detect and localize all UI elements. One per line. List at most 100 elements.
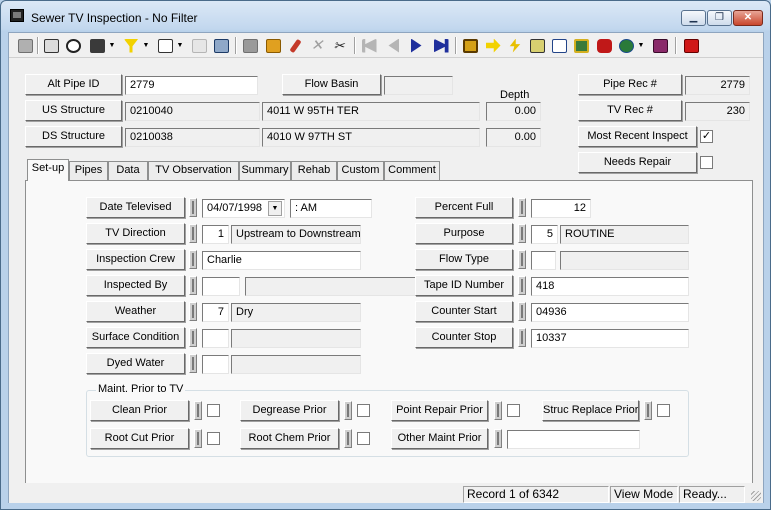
report-button[interactable] xyxy=(155,36,175,55)
percent-full-field[interactable]: 12 xyxy=(531,199,591,218)
counter-start-field[interactable]: 04936 xyxy=(531,303,689,322)
record-grip[interactable] xyxy=(189,328,197,347)
ds-structure-button[interactable]: DS Structure xyxy=(25,126,122,147)
point-repair-prior-button[interactable]: Point Repair Prior xyxy=(391,400,488,421)
tab-data[interactable]: Data xyxy=(108,161,148,180)
flow-type-code-field[interactable] xyxy=(531,251,556,270)
tab-tv-observation[interactable]: TV Observation xyxy=(148,161,239,180)
new-button[interactable] xyxy=(15,36,35,55)
ds-structure-id-field[interactable]: 0210038 xyxy=(125,128,260,147)
record-grip[interactable] xyxy=(518,198,526,217)
print-preview-button[interactable] xyxy=(63,36,83,55)
root-cut-prior-checkbox[interactable] xyxy=(207,432,220,445)
dyed-water-field[interactable] xyxy=(231,355,361,374)
record-grip[interactable] xyxy=(518,328,526,347)
most-recent-inspect-checkbox[interactable]: ✓ xyxy=(700,130,713,143)
inspected-by-code-field[interactable] xyxy=(202,277,240,296)
tab-setup[interactable]: Set-up xyxy=(27,159,69,181)
tab-summary[interactable]: Summary xyxy=(239,161,291,180)
minimize-button[interactable]: ▁ xyxy=(681,10,706,26)
report-dropdown[interactable]: ▼ xyxy=(176,36,184,55)
record-grip[interactable] xyxy=(194,401,202,420)
other-maint-prior-field[interactable] xyxy=(507,430,640,449)
us-structure-address-field[interactable]: 4011 W 95TH TER xyxy=(262,102,480,121)
duplicate-button[interactable] xyxy=(211,36,231,55)
record-grip[interactable] xyxy=(494,401,502,420)
weather-field[interactable]: Dry xyxy=(231,303,361,322)
record-grip[interactable] xyxy=(189,276,197,295)
record-grip[interactable] xyxy=(189,250,197,269)
surface-condition-button[interactable]: Surface Condition xyxy=(86,327,185,348)
title-bar[interactable]: Sewer TV Inspection - No Filter ▁ ❐ ✕ xyxy=(1,1,770,31)
point-repair-prior-checkbox[interactable] xyxy=(507,404,520,417)
dyed-water-button[interactable]: Dyed Water xyxy=(86,353,185,374)
record-grip[interactable] xyxy=(518,302,526,321)
weather-button[interactable]: Weather xyxy=(86,301,185,322)
pipe-rec-button[interactable]: Pipe Rec # xyxy=(578,74,682,95)
record-grip[interactable] xyxy=(494,429,502,448)
surface-condition-field[interactable] xyxy=(231,329,361,348)
purpose-field[interactable]: ROUTINE xyxy=(560,225,689,244)
tab-pipes[interactable]: Pipes xyxy=(69,161,108,180)
us-depth-field[interactable]: 0.00 xyxy=(486,102,541,121)
resize-grip[interactable] xyxy=(751,491,761,501)
tv-direction-field[interactable]: Upstream to Downstream xyxy=(231,225,361,244)
struc-replace-prior-checkbox[interactable] xyxy=(657,404,670,417)
edit-button[interactable] xyxy=(263,36,283,55)
alt-pipe-id-field[interactable]: 2779 xyxy=(125,76,258,95)
percent-full-button[interactable]: Percent Full xyxy=(415,197,513,218)
tv-rec-field[interactable]: 230 xyxy=(685,102,750,121)
filter-dropdown[interactable]: ▼ xyxy=(142,36,150,55)
purpose-button[interactable]: Purpose xyxy=(415,223,513,244)
tv-direction-button[interactable]: TV Direction xyxy=(86,223,185,244)
lightning-button[interactable] xyxy=(505,36,525,55)
tab-custom[interactable]: Custom xyxy=(337,161,384,180)
counter-start-button[interactable]: Counter Start xyxy=(415,301,513,322)
globe-button[interactable] xyxy=(616,36,636,55)
root-chem-prior-checkbox[interactable] xyxy=(357,432,370,445)
pipe-rec-field[interactable]: 2779 xyxy=(685,76,750,95)
tape-id-field[interactable]: 418 xyxy=(531,277,689,296)
tv-direction-code-field[interactable]: 1 xyxy=(202,225,229,244)
date-dropdown-button[interactable]: ▼ xyxy=(268,201,282,216)
pencil-button[interactable] xyxy=(285,36,305,55)
inspection-crew-field[interactable]: Charlie xyxy=(202,251,361,270)
counter-stop-button[interactable]: Counter Stop xyxy=(415,327,513,348)
other-maint-prior-button[interactable]: Other Maint Prior xyxy=(391,428,488,449)
degrease-prior-button[interactable]: Degrease Prior xyxy=(240,400,339,421)
needs-repair-checkbox[interactable] xyxy=(700,156,713,169)
record-grip[interactable] xyxy=(518,250,526,269)
clean-prior-checkbox[interactable] xyxy=(207,404,220,417)
us-structure-id-field[interactable]: 0210040 xyxy=(125,102,260,121)
ds-depth-field[interactable]: 0.00 xyxy=(486,128,541,147)
map-button[interactable] xyxy=(527,36,547,55)
record-grip[interactable] xyxy=(644,401,652,420)
record-grip[interactable] xyxy=(189,224,197,243)
book-button[interactable] xyxy=(650,36,670,55)
save-button[interactable] xyxy=(240,36,260,55)
record-grip[interactable] xyxy=(189,354,197,373)
root-chem-prior-button[interactable]: Root Chem Prior xyxy=(240,428,339,449)
record-grip[interactable] xyxy=(518,224,526,243)
record-grip[interactable] xyxy=(344,401,352,420)
last-record-button[interactable] xyxy=(431,36,451,55)
date-televised-button[interactable]: Date Televised xyxy=(86,197,185,218)
next-record-button[interactable] xyxy=(407,36,427,55)
record-grip[interactable] xyxy=(189,198,197,217)
counter-stop-field[interactable]: 10337 xyxy=(531,329,689,348)
first-record-button[interactable] xyxy=(359,36,379,55)
flow-basin-field[interactable] xyxy=(384,76,453,95)
tools-button[interactable] xyxy=(87,36,107,55)
purpose-code-field[interactable]: 5 xyxy=(531,225,558,244)
weather-code-field[interactable]: 7 xyxy=(202,303,229,322)
alt-pipe-id-button[interactable]: Alt Pipe ID xyxy=(25,74,122,95)
tv-rec-button[interactable]: TV Rec # xyxy=(578,100,682,121)
goto-button[interactable] xyxy=(483,36,503,55)
exit-button[interactable] xyxy=(681,36,701,55)
flow-type-button[interactable]: Flow Type xyxy=(415,249,513,270)
record-grip[interactable] xyxy=(344,429,352,448)
degrease-prior-checkbox[interactable] xyxy=(357,404,370,417)
needs-repair-button[interactable]: Needs Repair xyxy=(578,152,697,173)
image-button[interactable] xyxy=(571,36,591,55)
copy-disabled-button[interactable] xyxy=(189,36,209,55)
